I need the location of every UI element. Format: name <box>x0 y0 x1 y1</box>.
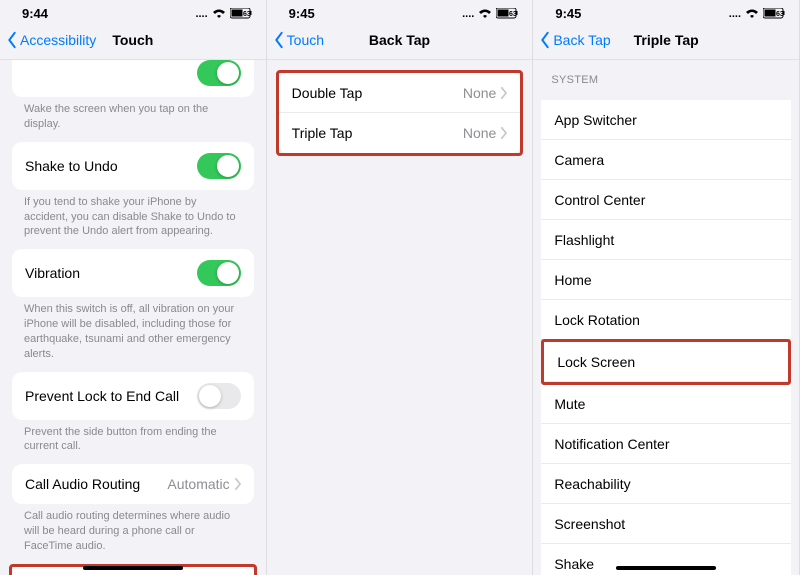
status-bar: 9:45 .... 63 <box>267 0 533 23</box>
system-action-row[interactable]: Mute <box>541 384 791 424</box>
status-indicators: .... 63 <box>729 8 785 20</box>
row-label: App Switcher <box>554 112 636 128</box>
vibration-row[interactable]: Vibration <box>12 249 254 297</box>
system-action-row[interactable]: Shake <box>541 544 791 575</box>
svg-text:63: 63 <box>509 11 517 18</box>
call-audio-row[interactable]: Call Audio Routing Automatic <box>12 464 254 504</box>
call-audio-group: Call Audio Routing Automatic <box>12 464 254 504</box>
nav-bar: Touch Back Tap <box>267 23 533 60</box>
row-label: Triple Tap <box>292 125 353 141</box>
row-label: Call Audio Routing <box>25 476 140 492</box>
status-indicators: .... 63 <box>195 8 251 20</box>
panel-touch-settings: 9:44 .... 63 Accessibility Touch Wake th… <box>0 0 267 575</box>
row-label: Shake to Undo <box>25 158 118 174</box>
row-label: Control Center <box>554 192 645 208</box>
back-button[interactable]: Accessibility <box>0 31 96 49</box>
row-label: Prevent Lock to End Call <box>25 388 179 404</box>
system-action-row[interactable]: Notification Center <box>541 424 791 464</box>
row-label: Camera <box>554 152 604 168</box>
row-label: Notification Center <box>554 436 669 452</box>
chevron-left-icon <box>6 31 18 49</box>
content-scroll[interactable]: Double Tap None Triple Tap None <box>267 60 533 575</box>
triple-tap-row[interactable]: Triple Tap None <box>279 113 521 153</box>
chevron-right-icon <box>500 127 507 139</box>
vibration-footer: When this switch is off, all vibration o… <box>0 297 266 361</box>
nav-title: Back Tap <box>369 32 430 48</box>
double-tap-row[interactable]: Double Tap None <box>279 73 521 113</box>
row-label: Lock Rotation <box>554 312 640 328</box>
content-scroll[interactable]: Wake the screen when you tap on the disp… <box>0 60 266 575</box>
status-bar: 9:45 .... 63 <box>533 0 799 23</box>
nav-title: Touch <box>112 32 153 48</box>
chevron-left-icon <box>273 31 285 49</box>
vibration-group: Vibration <box>12 249 254 297</box>
row-label: Lock Screen <box>557 354 635 370</box>
back-label: Back Tap <box>553 32 610 48</box>
row-value: None <box>463 85 507 101</box>
tap-to-wake-toggle[interactable] <box>197 60 241 86</box>
row-label: Double Tap <box>292 85 363 101</box>
content-scroll[interactable]: SYSTEM App Switcher Camera Control Center F… <box>533 60 799 575</box>
system-action-row[interactable]: Home <box>541 260 791 300</box>
back-label: Touch <box>287 32 324 48</box>
system-action-row[interactable]: Flashlight <box>541 220 791 260</box>
row-label: Screenshot <box>554 516 625 532</box>
back-label: Accessibility <box>20 32 96 48</box>
shake-to-undo-toggle[interactable] <box>197 153 241 179</box>
row-label: Flashlight <box>554 232 614 248</box>
back-tap-options-highlight: Double Tap None Triple Tap None <box>276 70 524 156</box>
row-label: Home <box>554 272 591 288</box>
call-audio-footer: Call audio routing determines where audi… <box>0 504 266 554</box>
system-action-row[interactable]: Screenshot <box>541 504 791 544</box>
lock-screen-highlight: Lock Screen <box>541 339 791 385</box>
system-action-row[interactable]: Lock Screen <box>544 342 788 382</box>
row-value: Automatic <box>167 476 240 492</box>
tap-to-wake-group-partial <box>12 60 254 97</box>
row-value: None <box>463 125 507 141</box>
chevron-right-icon <box>500 87 507 99</box>
row-label: Reachability <box>554 476 630 492</box>
tap-to-wake-footer: Wake the screen when you tap on the disp… <box>0 97 266 132</box>
nav-bar: Accessibility Touch <box>0 23 266 60</box>
status-time: 9:45 <box>289 6 315 21</box>
vibration-toggle[interactable] <box>197 260 241 286</box>
shake-to-undo-row[interactable]: Shake to Undo <box>12 142 254 190</box>
back-tap-options-group: Double Tap None Triple Tap None <box>279 73 521 153</box>
prevent-lock-group: Prevent Lock to End Call <box>12 372 254 420</box>
system-actions-list: App Switcher Camera Control Center Flashlig… <box>541 100 791 575</box>
svg-text:63: 63 <box>243 11 251 18</box>
prevent-lock-row[interactable]: Prevent Lock to End Call <box>12 372 254 420</box>
prevent-lock-footer: Prevent the side button from ending the … <box>0 420 266 455</box>
home-indicator[interactable] <box>83 566 183 570</box>
nav-title: Triple Tap <box>634 32 699 48</box>
status-indicators: .... 63 <box>462 8 518 20</box>
row-label: Shake <box>554 556 594 572</box>
back-button[interactable]: Touch <box>267 31 324 49</box>
nav-bar: Back Tap Triple Tap <box>533 23 799 60</box>
system-action-row[interactable]: App Switcher <box>541 100 791 140</box>
row-label: Mute <box>554 396 585 412</box>
svg-text:63: 63 <box>776 11 784 18</box>
shake-to-undo-footer: If you tend to shake your iPhone by acci… <box>0 190 266 240</box>
tap-to-wake-row[interactable] <box>12 60 254 97</box>
system-action-row[interactable]: Reachability <box>541 464 791 504</box>
system-action-row[interactable]: Camera <box>541 140 791 180</box>
status-time: 9:45 <box>555 6 581 21</box>
prevent-lock-toggle[interactable] <box>197 383 241 409</box>
back-button[interactable]: Back Tap <box>533 31 610 49</box>
section-header-system: SYSTEM <box>533 60 799 90</box>
system-action-row[interactable]: Control Center <box>541 180 791 220</box>
home-indicator[interactable] <box>616 566 716 570</box>
chevron-left-icon <box>539 31 551 49</box>
row-label: Vibration <box>25 265 80 281</box>
panel-triple-tap: 9:45 .... 63 Back Tap Triple Tap SYSTEM … <box>533 0 800 575</box>
status-time: 9:44 <box>22 6 48 21</box>
chevron-right-icon <box>234 478 241 490</box>
panel-back-tap: 9:45 .... 63 Touch Back Tap Double Tap N… <box>267 0 534 575</box>
shake-to-undo-group: Shake to Undo <box>12 142 254 190</box>
system-action-row[interactable]: Lock Rotation <box>541 300 791 340</box>
status-bar: 9:44 .... 63 <box>0 0 266 23</box>
